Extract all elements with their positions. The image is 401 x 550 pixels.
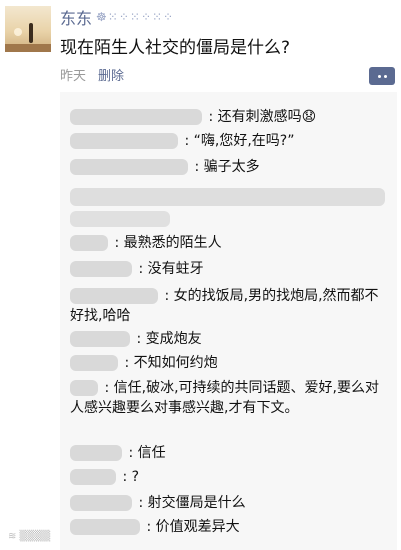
comment-item: : 女的找饭局,男的找炮局,然而都不好找,哈哈 <box>70 286 392 326</box>
blurred-username <box>70 445 122 461</box>
comment-item: : 还有刺激感吗😧 <box>70 106 316 128</box>
blurred-username <box>70 261 132 277</box>
post-meta: 昨天 删除 <box>60 65 124 84</box>
comment-item: : 信任 <box>70 442 166 464</box>
comment-text: : 不知如何约炮 <box>124 355 218 371</box>
dot <box>377 74 381 78</box>
avatar-ground <box>5 44 51 52</box>
author-name-suffix: ☸⁙⁘⁙⁘⁙⁘ <box>96 10 175 24</box>
comment-text: : 还有刺激感吗😧 <box>208 109 317 125</box>
blurred-username <box>70 380 98 396</box>
comment-item: : 没有蛀牙 <box>70 258 204 280</box>
blurred-username <box>70 519 140 535</box>
comment-item: : 射交僵局是什么 <box>70 492 246 514</box>
blurred-text <box>70 188 385 206</box>
comment-text: : 最熟悉的陌生人 <box>114 235 222 251</box>
author-name[interactable]: 东东 <box>60 5 92 29</box>
blurred-text <box>70 211 170 227</box>
blurred-comment <box>70 208 172 230</box>
comment-item: : 不知如何约炮 <box>70 352 218 374</box>
comment-text: : “嗨,您好,在吗?” <box>184 133 295 149</box>
author-row: 东东 ☸⁙⁘⁙⁘⁙⁘ <box>60 6 174 28</box>
comment-item: : 价值观差异大 <box>70 516 240 538</box>
comment-text: : 没有蛀牙 <box>138 261 204 277</box>
post-time: 昨天 <box>60 69 87 84</box>
avatar-figure <box>29 23 33 43</box>
blurred-username <box>70 159 188 175</box>
dot <box>383 74 387 78</box>
comment-text: : ? <box>122 469 140 485</box>
blurred-username <box>70 288 158 304</box>
blurred-username <box>70 355 118 371</box>
blurred-comment <box>70 186 387 208</box>
blurred-username <box>70 495 132 511</box>
comment-text: : 骗子太多 <box>194 159 260 175</box>
blurred-username <box>70 331 130 347</box>
author-avatar[interactable] <box>5 6 51 52</box>
blurred-username <box>70 133 178 149</box>
comment-item: : “嗨,您好,在吗?” <box>70 130 294 152</box>
blurred-username <box>70 109 202 125</box>
blurred-username <box>70 235 108 251</box>
avatar-sun <box>14 28 22 36</box>
comment-item: : ? <box>70 466 139 488</box>
delete-link[interactable]: 删除 <box>98 65 124 84</box>
comment-item: : 变成炮友 <box>70 328 202 350</box>
comment-text: : 变成炮友 <box>136 331 202 347</box>
comment-text: : 射交僵局是什么 <box>138 495 246 511</box>
comment-actions-button[interactable] <box>369 67 395 85</box>
blurred-username <box>70 469 116 485</box>
watermark: ≋ ▒▒▒▒ <box>8 531 51 542</box>
comment-text: : 价值观差异大 <box>146 519 240 535</box>
comment-item: : 最熟悉的陌生人 <box>70 232 222 254</box>
post-title: 现在陌生人社交的僵局是什么? <box>60 38 291 58</box>
comment-item: : 信任,破冰,可持续的共同话题、爱好,要么对人感兴趣要么对事感兴趣,才有下文。 <box>70 378 392 418</box>
comment-item: : 骗子太多 <box>70 156 260 178</box>
comment-text: : 信任 <box>128 445 166 461</box>
comment-text: : 信任,破冰,可持续的共同话题、爱好,要么对人感兴趣要么对事感兴趣,才有下文。 <box>70 380 379 416</box>
